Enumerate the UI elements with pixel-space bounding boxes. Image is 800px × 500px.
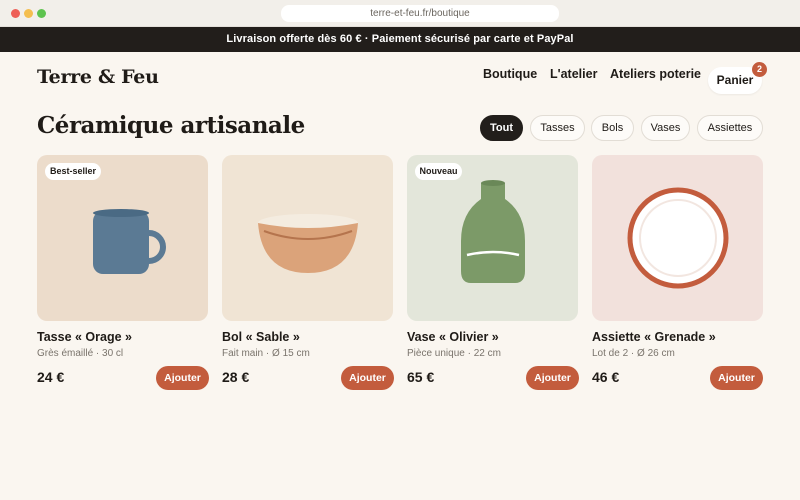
product-price: 65 €	[407, 369, 435, 385]
product-badge-best-seller: Best-seller	[45, 163, 101, 180]
filter-chip-tout[interactable]: Tout	[480, 115, 523, 141]
page-title: Céramique artisanale	[37, 112, 305, 139]
bowl-icon	[258, 214, 358, 273]
product-image-assiette[interactable]	[592, 155, 763, 321]
add-to-cart-button[interactable]: Ajouter	[526, 366, 579, 390]
filter-chip-tasses[interactable]: Tasses	[530, 115, 585, 141]
product-name[interactable]: Bol « Sable »	[222, 330, 300, 344]
product-badge-nouveau: Nouveau	[415, 163, 462, 180]
product-name[interactable]: Vase « Olivier »	[407, 330, 499, 344]
add-to-cart-button[interactable]: Ajouter	[341, 366, 394, 390]
nav-link-ateliers-poterie[interactable]: Ateliers poterie	[610, 67, 701, 81]
filter-chip-bols[interactable]: Bols	[591, 115, 634, 141]
product-description: Lot de 2 · Ø 26 cm	[592, 348, 675, 359]
product-name[interactable]: Tasse « Orage »	[37, 330, 132, 344]
product-image-bol[interactable]	[222, 155, 393, 321]
cart-count-badge: 2	[752, 62, 767, 77]
add-to-cart-button[interactable]: Ajouter	[156, 366, 209, 390]
nav-link-boutique[interactable]: Boutique	[483, 67, 537, 81]
site-logo[interactable]: Terre & Feu	[37, 66, 159, 88]
minimize-window-button[interactable]	[24, 9, 33, 18]
product-description: Grès émaillé · 30 cl	[37, 348, 124, 359]
filter-chip-assiettes[interactable]: Assiettes	[697, 115, 763, 141]
product-price: 28 €	[222, 369, 250, 385]
product-description: Fait main · Ø 15 cm	[222, 348, 310, 359]
product-name[interactable]: Assiette « Grenade »	[592, 330, 716, 344]
plate-icon	[627, 187, 729, 289]
product-price: 24 €	[37, 369, 65, 385]
address-bar[interactable]: terre-et-feu.fr/boutique	[281, 5, 559, 22]
product-description: Pièce unique · 22 cm	[407, 348, 501, 359]
product-price: 46 €	[592, 369, 620, 385]
browser-toolbar: terre-et-feu.fr/boutique	[0, 0, 800, 27]
maximize-window-button[interactable]	[37, 9, 46, 18]
nav-link-atelier[interactable]: L'atelier	[550, 67, 597, 81]
close-window-button[interactable]	[11, 9, 20, 18]
add-to-cart-button[interactable]: Ajouter	[710, 366, 763, 390]
promo-banner: Livraison offerte dès 60 € · Paiement sé…	[0, 27, 800, 52]
filter-chip-vases[interactable]: Vases	[641, 115, 690, 141]
